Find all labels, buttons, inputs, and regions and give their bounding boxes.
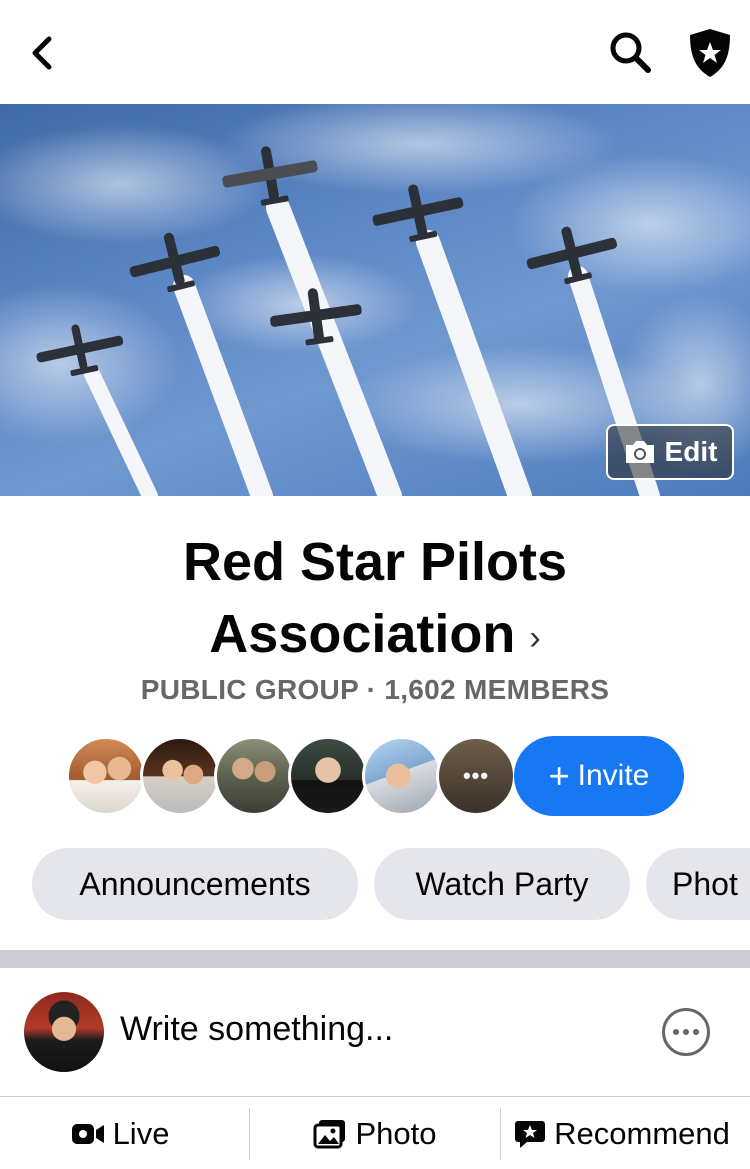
search-button[interactable] — [606, 28, 654, 76]
recommend-label: Recommend — [554, 1116, 730, 1151]
more-icon[interactable] — [662, 1008, 710, 1056]
chip-announcements[interactable]: Announcements — [32, 848, 358, 920]
group-name[interactable]: Red Star Pilots Association › — [0, 526, 750, 674]
top-bar — [0, 0, 750, 104]
more-members-button[interactable]: ••• — [436, 736, 516, 816]
action-separator — [500, 1108, 501, 1160]
camera-icon — [625, 441, 654, 463]
recommend-icon — [515, 1121, 546, 1148]
edit-cover-label: Edit — [664, 436, 718, 467]
section-divider — [0, 950, 750, 968]
user-avatar[interactable] — [24, 992, 104, 1072]
admin-tools-button[interactable] — [684, 26, 736, 80]
chevron-right-icon: › — [529, 618, 541, 657]
member-avatar — [66, 736, 146, 816]
live-button[interactable]: Live — [40, 1108, 200, 1160]
photo-button[interactable]: Photo — [290, 1108, 460, 1160]
chip-photos[interactable]: Phot — [646, 848, 750, 920]
composer-separator — [0, 1096, 750, 1097]
live-label: Live — [112, 1116, 170, 1151]
group-meta: PUBLIC GROUP · 1,602 MEMBERS — [140, 674, 610, 705]
invite-label: Invite — [577, 759, 650, 792]
plus-icon: + — [548, 755, 570, 796]
action-separator — [249, 1108, 250, 1160]
photo-icon — [313, 1120, 346, 1149]
recommend-button[interactable]: Recommend — [506, 1108, 738, 1160]
group-name-line2: Association — [209, 604, 516, 664]
member-avatar — [288, 736, 368, 816]
composer-input[interactable]: Write something... — [120, 1010, 393, 1049]
photo-label: Photo — [355, 1116, 437, 1151]
video-icon — [71, 1124, 104, 1144]
chip-watch-party[interactable]: Watch Party — [374, 848, 630, 920]
more-members-label: ••• — [462, 763, 490, 788]
member-avatar — [362, 736, 442, 816]
member-avatar — [214, 736, 294, 816]
shield-star-icon — [690, 29, 730, 77]
group-name-line1: Red Star Pilots — [182, 532, 568, 592]
invite-button[interactable]: + Invite — [514, 736, 684, 816]
search-icon — [610, 32, 651, 73]
member-avatar — [140, 736, 220, 816]
chevron-left-icon — [32, 36, 52, 70]
edit-cover-button[interactable]: Edit — [606, 424, 734, 480]
back-button[interactable] — [22, 30, 62, 76]
